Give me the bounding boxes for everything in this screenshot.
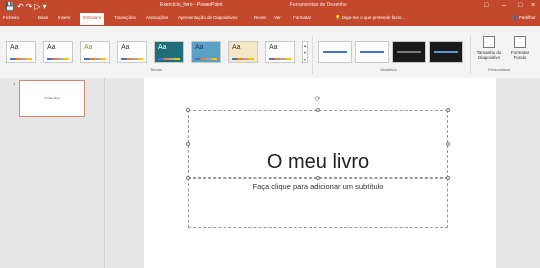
theme-color-bar [269, 58, 291, 60]
group-separator [312, 36, 313, 74]
resize-handle[interactable] [316, 176, 320, 180]
variant-accent-line [360, 51, 384, 53]
ribbon: Aa Aa Aa Aa Aa Aa Aa Aa ▲ ▼ ▾ Temas Variantes Tam… [0, 26, 540, 79]
share-label: Partilhar [518, 15, 536, 20]
slide-title[interactable]: O meu livro [189, 151, 447, 174]
quick-access-toolbar: 💾↶↷▷▾ [5, 2, 49, 11]
theme-color-bar [121, 58, 143, 60]
subtitle-placeholder[interactable]: Faça clique para adicionar um subtítulo [188, 178, 448, 228]
variant-thumbnail[interactable] [318, 41, 352, 63]
search-box[interactable]: 💡 Diga-me o que pretende fazer... [335, 15, 405, 21]
theme-color-bar [158, 58, 180, 60]
slide-size-label: Tamanho do Diapositivo [476, 50, 502, 60]
resize-handle[interactable] [186, 142, 190, 146]
theme-sample-text: Aa [84, 44, 93, 51]
group-label-customize: Personalizar [488, 67, 511, 72]
resize-handle[interactable] [446, 108, 450, 112]
slide-number: 1 [13, 81, 16, 86]
format-background-label: Formatar Fundo [510, 50, 530, 60]
themes-gallery-scroll[interactable]: ▲ ▼ ▾ [302, 41, 308, 63]
maximize-icon[interactable]: □ [518, 2, 522, 9]
theme-thumbnail[interactable]: Aa [265, 41, 295, 63]
theme-thumbnail[interactable]: Aa [228, 41, 258, 63]
minimize-icon[interactable]: – [502, 2, 506, 9]
theme-sample-text: Aa [269, 44, 278, 51]
slide-size-button[interactable]: Tamanho do Diapositivo [472, 36, 506, 60]
theme-color-bar [47, 58, 69, 60]
resize-handle[interactable] [316, 108, 320, 112]
theme-thumbnail[interactable]: Aa [191, 41, 221, 63]
resize-handle[interactable] [446, 142, 450, 146]
theme-sample-text: Aa [195, 44, 204, 51]
variant-thumbnail[interactable] [355, 41, 389, 63]
title-bar: 💾↶↷▷▾ Exercício_livro - PowerPoint Ferra… [0, 0, 540, 26]
tab-inserir[interactable]: Inserir [58, 15, 71, 20]
tab-apresentacao[interactable]: Apresentação de Diapositivos [178, 15, 238, 20]
workspace: 1 O meu livro ⟳ O meu livro Faça clique … [0, 78, 540, 268]
format-background-button[interactable]: Formatar Fundo [504, 36, 536, 60]
customize-qat-icon[interactable]: ▾ [43, 2, 49, 11]
theme-color-bar [195, 58, 217, 60]
theme-thumbnail[interactable]: Aa [117, 41, 147, 63]
context-tab-title: Ferramentas de Desenho [290, 2, 347, 8]
tab-animacoes[interactable]: Animações [146, 15, 168, 20]
theme-thumbnail[interactable]: Aa [6, 41, 36, 63]
tab-estrutura[interactable]: Estrutura [80, 13, 105, 25]
thumbnail-title: O meu livro [44, 96, 60, 100]
document-title: Exercício_livro - PowerPoint [160, 2, 223, 8]
undo-icon[interactable]: ↶ [17, 2, 26, 11]
rotate-handle-icon[interactable]: ⟳ [314, 96, 321, 103]
title-placeholder[interactable]: O meu livro [188, 110, 448, 178]
variant-thumbnail[interactable] [429, 41, 463, 63]
theme-thumbnail[interactable]: Aa [80, 41, 110, 63]
tab-ver[interactable]: Ver [274, 15, 281, 20]
present-icon[interactable]: ▷ [34, 2, 42, 11]
close-icon[interactable]: × [531, 2, 535, 9]
ribbon-tabs: Ficheiro Base Inserir Estrutura Transiçõ… [0, 13, 540, 25]
ribbon-options-icon[interactable]: □ [484, 2, 488, 9]
variant-accent-line [323, 51, 347, 53]
theme-color-bar [232, 58, 254, 60]
slide-thumbnail[interactable]: O meu livro [19, 80, 85, 117]
theme-color-bar [84, 58, 106, 60]
theme-thumbnail[interactable]: Aa [43, 41, 73, 63]
tab-formatar[interactable]: Formatar [293, 15, 311, 20]
variant-accent-line [397, 51, 421, 53]
theme-sample-text: Aa [158, 44, 167, 51]
slide-canvas[interactable]: ⟳ O meu livro Faça clique para adicionar… [144, 78, 496, 268]
resize-handle[interactable] [186, 176, 190, 180]
format-background-icon [514, 36, 526, 48]
theme-sample-text: Aa [121, 44, 130, 51]
variant-accent-line [434, 51, 458, 53]
theme-thumbnail[interactable]: Aa [154, 41, 184, 63]
group-label-themes: Temas [150, 67, 162, 72]
theme-color-bar [10, 58, 32, 60]
tab-base[interactable]: Base [38, 15, 48, 20]
save-icon[interactable]: 💾 [5, 2, 17, 11]
tab-transicoes[interactable]: Transições [114, 15, 136, 20]
share-button[interactable]: 👤 Partilhar [512, 15, 536, 21]
tab-rever[interactable]: Rever [254, 15, 266, 20]
group-label-variants: Variantes [380, 67, 397, 72]
resize-handle[interactable] [186, 108, 190, 112]
slide-thumbnail-pane: 1 O meu livro [0, 78, 105, 268]
theme-sample-text: Aa [232, 44, 241, 51]
tab-ficheiro[interactable]: Ficheiro [3, 15, 19, 20]
theme-sample-text: Aa [47, 44, 56, 51]
slide-size-icon [483, 36, 495, 48]
group-separator [470, 36, 471, 74]
variant-thumbnail[interactable] [392, 41, 426, 63]
theme-sample-text: Aa [10, 44, 19, 51]
slide-subtitle[interactable]: Faça clique para adicionar um subtítulo [189, 182, 447, 191]
search-placeholder: Diga-me o que pretende fazer... [341, 15, 406, 20]
resize-handle[interactable] [446, 176, 450, 180]
